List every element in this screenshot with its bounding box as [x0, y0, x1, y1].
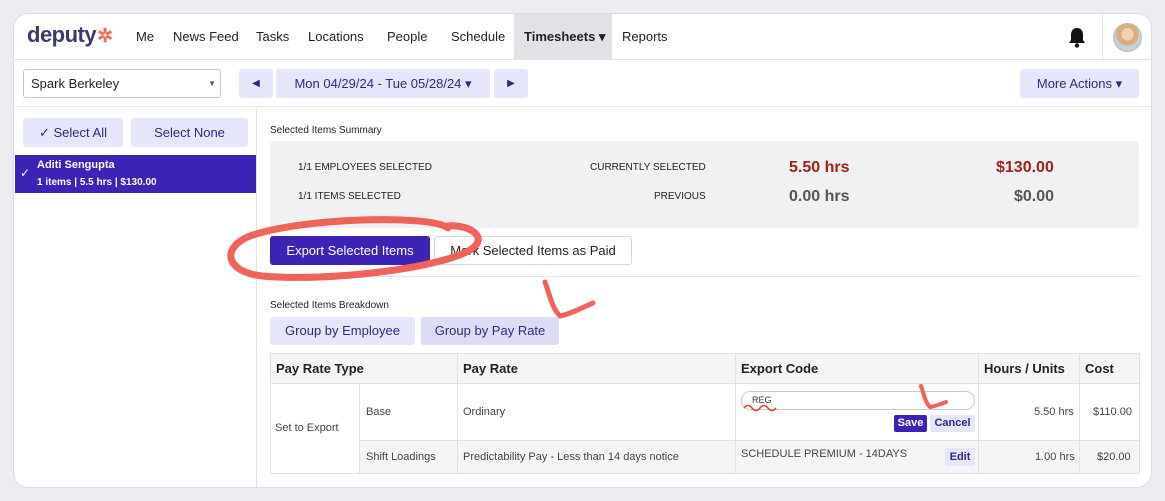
employee-list-item[interactable]: ✓ Aditi Sengupta 1 items | 5.5 hrs | $13… — [15, 155, 256, 193]
section-divider — [270, 276, 1139, 277]
col-divider — [359, 384, 360, 473]
group-by-pay-rate-button[interactable]: Group by Pay Rate — [421, 317, 559, 345]
row1-cost: $110.00 — [1093, 406, 1132, 418]
more-actions-button[interactable]: More Actions ▾ — [1020, 69, 1139, 98]
col-export-code: Export Code — [741, 361, 819, 376]
cancel-button[interactable]: Cancel — [930, 415, 975, 432]
previous-label: PREVIOUS — [654, 191, 706, 202]
nav-people[interactable]: People — [378, 14, 436, 60]
save-button[interactable]: Save — [894, 415, 927, 432]
nav-schedule[interactable]: Schedule — [442, 14, 514, 60]
bell-icon[interactable] — [1067, 26, 1087, 48]
previous-cost: $0.00 — [1014, 188, 1055, 205]
prev-period-button[interactable]: ◀ — [239, 69, 273, 98]
col-divider — [735, 354, 736, 473]
row2-type: Shift Loadings — [366, 451, 436, 463]
row2-cost: $20.00 — [1097, 451, 1131, 463]
app-window: deputy✲ Me News Feed Tasks Locations Peo… — [14, 14, 1151, 487]
col-hours: Hours / Units — [984, 361, 1065, 376]
col-pay-rate: Pay Rate — [463, 361, 518, 376]
col-cost: Cost — [1085, 361, 1114, 376]
group-by-employee-button[interactable]: Group by Employee — [270, 317, 415, 345]
location-select[interactable]: Spark Berkeley ▼ — [23, 69, 221, 98]
nav-locations[interactable]: Locations — [299, 14, 373, 60]
next-period-button[interactable]: ▶ — [494, 69, 528, 98]
current-cost: $130.00 — [996, 159, 1054, 176]
col-pay-rate-type: Pay Rate Type — [276, 361, 364, 376]
row2-hours: 1.00 hrs — [1035, 451, 1075, 463]
top-nav: deputy✲ Me News Feed Tasks Locations Peo… — [14, 14, 1151, 60]
employee-name: Aditi Sengupta — [37, 159, 115, 171]
deputy-logo[interactable]: deputy✲ — [27, 22, 113, 48]
items-selected: 1/1 ITEMS SELECTED — [298, 191, 401, 202]
nav-me[interactable]: Me — [127, 14, 163, 60]
nav-divider — [1102, 14, 1103, 60]
currently-selected-label: CURRENTLY SELECTED — [590, 162, 706, 173]
row2-code: SCHEDULE PREMIUM - 14DAYS — [741, 448, 908, 460]
date-range-picker[interactable]: Mon 04/29/24 - Tue 05/28/24 ▾ — [276, 69, 490, 98]
nav-reports[interactable]: Reports — [613, 14, 677, 60]
col-divider — [978, 354, 979, 473]
check-icon: ✓ — [20, 166, 31, 180]
employees-selected: 1/1 EMPLOYEES SELECTED — [298, 162, 432, 173]
current-hours: 5.50 hrs — [789, 159, 850, 176]
export-code-input[interactable]: REG — [741, 391, 975, 410]
col-divider — [457, 354, 458, 473]
breakdown-heading: Selected Items Breakdown — [270, 300, 389, 311]
nav-news-feed[interactable]: News Feed — [164, 14, 248, 60]
toolbar: Spark Berkeley ▼ ◀ Mon 04/29/24 - Tue 05/… — [14, 61, 1151, 107]
mark-paid-button[interactable]: Mark Selected Items as Paid — [434, 236, 632, 265]
chevron-down-icon: ▼ — [208, 79, 216, 88]
user-avatar[interactable] — [1113, 23, 1142, 52]
row1-hours: 5.50 hrs — [1034, 406, 1074, 418]
employee-meta: 1 items | 5.5 hrs | $130.00 — [37, 177, 157, 188]
row1-type: Base — [366, 406, 392, 418]
nav-timesheets[interactable]: Timesheets ▾ — [514, 14, 612, 60]
edit-button[interactable]: Edit — [945, 448, 975, 466]
employee-sidebar: ✓ Select All Select None ✓ Aditi Sengupt… — [14, 108, 257, 487]
row1-rate: Ordinary — [463, 406, 506, 418]
select-none-button[interactable]: Select None — [131, 118, 248, 147]
nav-tasks[interactable]: Tasks — [247, 14, 298, 60]
table-header: Pay Rate Type Pay Rate Export Code Hours… — [271, 354, 1139, 384]
export-selected-button[interactable]: Export Selected Items — [270, 236, 430, 265]
col-divider — [1079, 354, 1080, 473]
summary-heading: Selected Items Summary — [270, 125, 382, 136]
previous-hours: 0.00 hrs — [789, 188, 850, 205]
row2-rate: Predictability Pay - Less than 14 days n… — [463, 451, 679, 463]
summary-box: 1/1 EMPLOYEES SELECTED 1/1 ITEMS SELECTE… — [270, 141, 1139, 228]
row-divider — [360, 440, 1139, 441]
select-all-button[interactable]: ✓ Select All — [23, 118, 123, 147]
breakdown-table: Pay Rate Type Pay Rate Export Code Hours… — [270, 353, 1140, 474]
group-label: Set to Export — [275, 422, 339, 434]
